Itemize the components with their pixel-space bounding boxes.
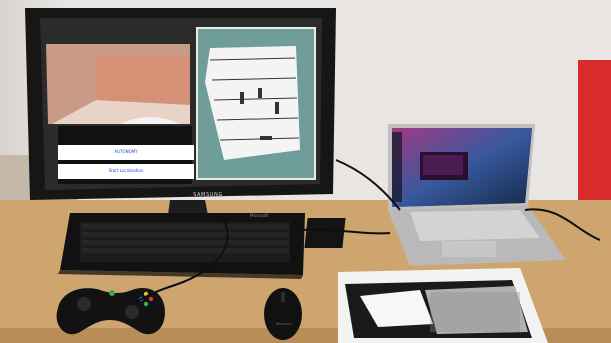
cables (129, 159, 601, 306)
cable (335, 159, 401, 211)
cable (299, 228, 391, 235)
cable (524, 208, 601, 241)
cable (129, 214, 229, 306)
photo-scene: SAMSUNG AUTONOMY Start Localization Micr… (0, 0, 611, 343)
